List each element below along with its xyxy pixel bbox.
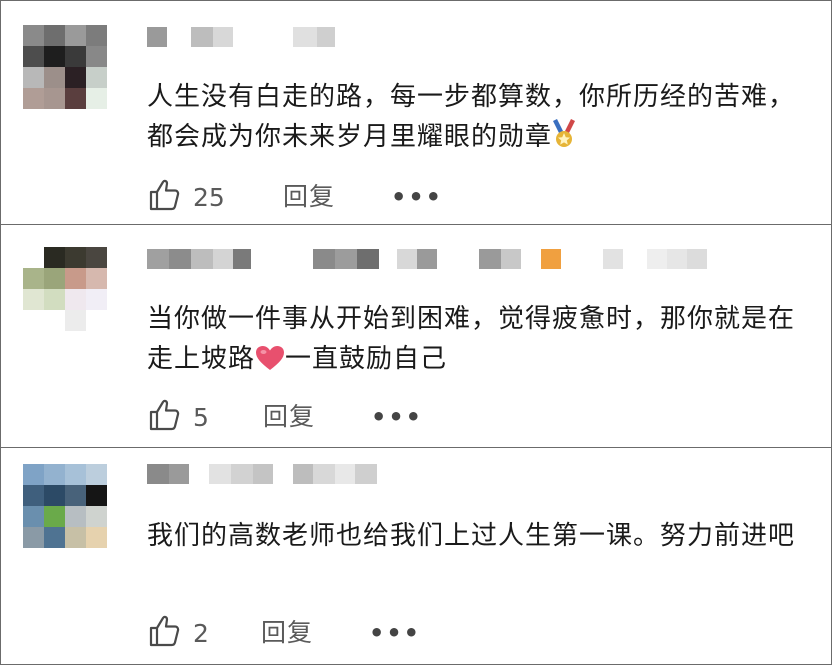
- comment-item: 人生没有白走的路，每一步都算数，你所历经的苦难，都会成为你未来岁月里耀眼的勋章 …: [1, 1, 832, 225]
- username-redacted[interactable]: [147, 249, 727, 269]
- thumbs-up-icon: [147, 397, 183, 437]
- avatar[interactable]: [23, 247, 107, 331]
- reply-button[interactable]: 回复: [261, 613, 313, 653]
- like-button[interactable]: 25: [147, 177, 225, 217]
- reply-button[interactable]: 回复: [283, 177, 335, 217]
- username-redacted[interactable]: [147, 464, 407, 484]
- more-options-icon[interactable]: •••: [371, 397, 423, 437]
- more-options-icon[interactable]: •••: [391, 177, 443, 217]
- comment-item: 当你做一件事从开始到困难，觉得疲惫时，那你就是在走上坡路 一直鼓励自己 5 回复 …: [1, 225, 832, 448]
- comment-actions: 25 回复 •••: [147, 177, 807, 217]
- more-options-icon[interactable]: •••: [369, 613, 421, 653]
- like-count: 5: [193, 402, 209, 432]
- thumbs-up-icon: [147, 177, 183, 217]
- medal-icon: [552, 119, 576, 161]
- heart-icon: [255, 343, 285, 383]
- avatar[interactable]: [23, 25, 107, 109]
- like-count: 25: [193, 182, 225, 212]
- avatar[interactable]: [23, 464, 107, 548]
- comment-text: 当你做一件事从开始到困难，觉得疲惫时，那你就是在走上坡路 一直鼓励自己: [147, 299, 807, 383]
- reply-button[interactable]: 回复: [263, 397, 315, 437]
- comment-actions: 5 回复 •••: [147, 397, 807, 437]
- comment-list: 人生没有白走的路，每一步都算数，你所历经的苦难，都会成为你未来岁月里耀眼的勋章 …: [0, 0, 832, 665]
- comment-text: 我们的高数老师也给我们上过人生第一课。努力前进吧: [147, 521, 796, 551]
- like-count: 2: [193, 618, 209, 648]
- like-button[interactable]: 5: [147, 397, 209, 437]
- comment-text: 人生没有白走的路，每一步都算数，你所历经的苦难，都会成为你未来岁月里耀眼的勋章: [147, 77, 807, 161]
- level-badge: [541, 249, 561, 269]
- thumbs-up-icon: [147, 613, 183, 653]
- comment-actions: 2 回复 •••: [147, 613, 807, 653]
- like-button[interactable]: 2: [147, 613, 209, 653]
- username-redacted[interactable]: [147, 27, 447, 47]
- comment-item: 我们的高数老师也给我们上过人生第一课。努力前进吧 2 回复 •••: [1, 448, 832, 665]
